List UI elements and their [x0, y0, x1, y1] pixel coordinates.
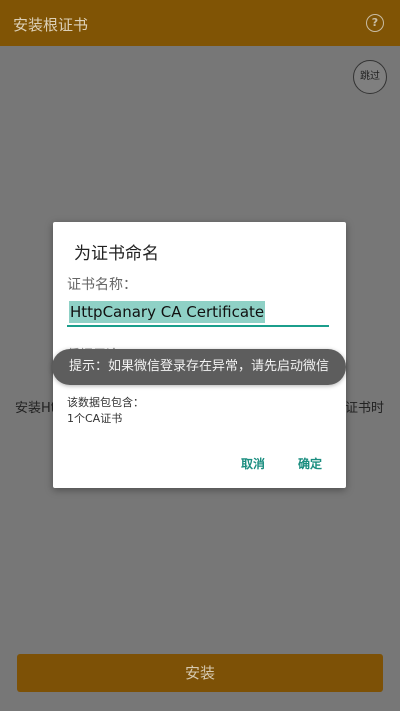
- help-icon[interactable]: ?: [366, 14, 384, 32]
- package-contains-value: 1个CA证书: [67, 412, 123, 425]
- certificate-name-value[interactable]: HttpCanary CA Certificate: [69, 301, 266, 323]
- dialog-title: 为证书命名: [74, 244, 159, 264]
- certificate-name-label: 证书名称：: [67, 277, 137, 293]
- background-text-left: 安装Ht: [15, 401, 56, 416]
- install-button[interactable]: 安装: [17, 654, 383, 692]
- background-text-right: 证书时: [345, 401, 385, 416]
- page-title: 安装根证书: [13, 16, 89, 34]
- package-contains-label: 该数据包包含：: [67, 396, 144, 409]
- cancel-button[interactable]: 取消: [241, 455, 265, 472]
- certificate-name-input[interactable]: HttpCanary CA Certificate: [67, 301, 329, 327]
- toast-message: 提示：如果微信登录存在异常，请先启动微信: [52, 349, 346, 385]
- ok-button[interactable]: 确定: [298, 455, 322, 472]
- skip-button[interactable]: 跳过: [353, 60, 387, 94]
- top-app-bar: 安装根证书 ?: [0, 0, 400, 46]
